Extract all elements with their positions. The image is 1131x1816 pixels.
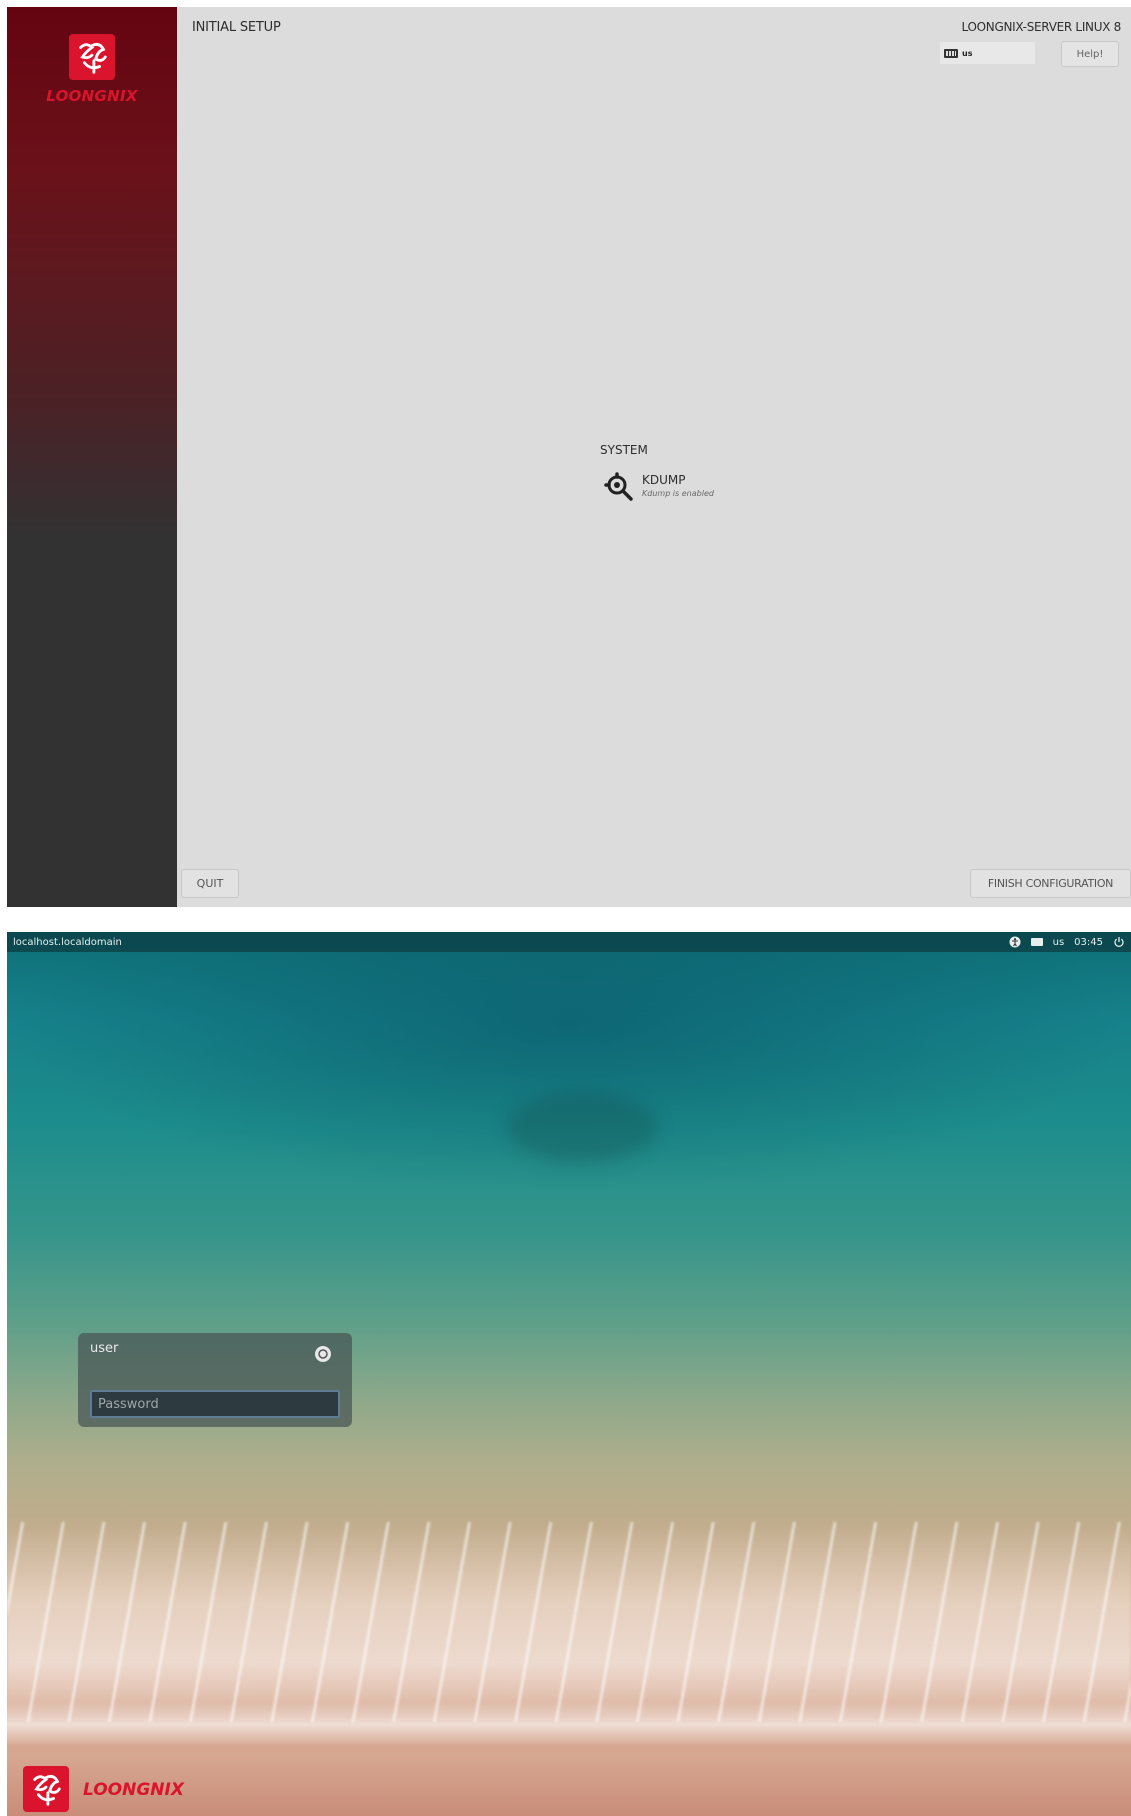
hostname-label: localhost.localdomain xyxy=(13,936,122,948)
background-foam xyxy=(7,1702,1131,1747)
keyboard-layout-indicator[interactable]: us xyxy=(940,42,1035,64)
power-icon[interactable] xyxy=(1113,936,1125,948)
login-brand-text: LOONGNIX xyxy=(83,1780,184,1800)
loongnix-logo-icon xyxy=(23,1766,69,1812)
keyboard-layout-label[interactable]: us xyxy=(1053,937,1065,948)
sidebar-brand-text: LOONGNIX xyxy=(46,87,138,105)
background-surf xyxy=(7,1522,1131,1722)
kdump-spoke-title: KDUMP xyxy=(642,473,686,487)
section-title-system: SYSTEM xyxy=(600,443,648,457)
password-input[interactable] xyxy=(90,1390,340,1418)
accessibility-icon[interactable] xyxy=(1009,936,1021,948)
finish-configuration-button[interactable]: FINISH CONFIGURATION xyxy=(970,869,1131,898)
loongnix-logo-icon xyxy=(69,34,115,80)
keyboard-icon xyxy=(944,48,958,58)
product-title: LOONGNIX-SERVER LINUX 8 xyxy=(961,20,1122,34)
initial-setup-window: LOONGNIX INITIAL SETUP LOONGNIX-SERVER L… xyxy=(7,7,1131,907)
kdump-magnifier-icon xyxy=(604,472,634,502)
kdump-spoke[interactable]: KDUMP Kdump is enabled xyxy=(604,472,714,502)
keyboard-layout-label: us xyxy=(962,48,973,58)
session-options-icon[interactable] xyxy=(314,1345,332,1363)
system-tray: us 03:45 xyxy=(1009,936,1125,948)
background-dark-patch xyxy=(507,1092,657,1162)
username-label: user xyxy=(90,1341,119,1356)
page-title: INITIAL SETUP xyxy=(192,20,281,35)
login-dialog: user xyxy=(78,1333,352,1427)
kdump-spoke-status: Kdump is enabled xyxy=(642,489,714,498)
help-button[interactable]: Help! xyxy=(1061,41,1119,67)
sidebar: LOONGNIX xyxy=(7,7,177,907)
keyboard-icon[interactable] xyxy=(1030,938,1043,946)
top-bar: localhost.localdomain us 03:45 xyxy=(7,932,1131,952)
quit-button[interactable]: QUIT xyxy=(181,869,239,898)
clock[interactable]: 03:45 xyxy=(1074,937,1103,948)
login-screen: localhost.localdomain us 03:45 user LOON… xyxy=(7,932,1131,1816)
